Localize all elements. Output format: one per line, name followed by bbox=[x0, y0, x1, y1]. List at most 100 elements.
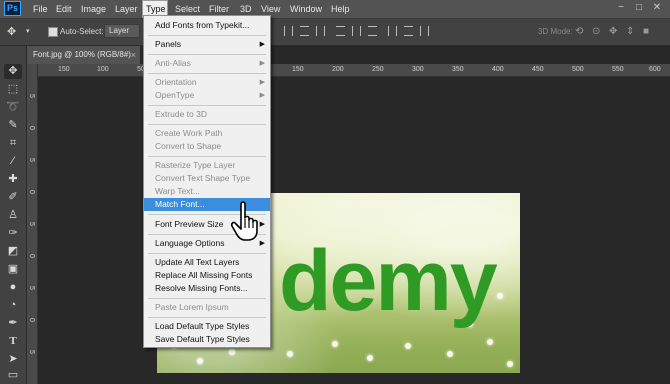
auto-select-dropdown[interactable]: Layer bbox=[104, 24, 140, 38]
distribute-left-icon[interactable] bbox=[388, 26, 397, 36]
ruler-tick: 5 bbox=[28, 158, 35, 162]
eraser-icon[interactable]: ◩ bbox=[4, 244, 22, 259]
lasso-icon[interactable]: ➰ bbox=[4, 100, 22, 115]
dodge-icon[interactable]: ◔ bbox=[4, 298, 22, 313]
menu-image[interactable]: Image bbox=[78, 0, 109, 18]
align-left-icon[interactable] bbox=[284, 26, 293, 36]
ruler-tick: 150 bbox=[292, 66, 304, 73]
ruler-tick: 0 bbox=[28, 190, 35, 194]
quick-select-icon[interactable]: ✎ bbox=[4, 118, 22, 133]
gradient-icon[interactable]: ▣ bbox=[4, 262, 22, 277]
ruler-tick: 250 bbox=[372, 66, 384, 73]
stamp-icon[interactable]: ♙ bbox=[4, 208, 22, 223]
close-icon[interactable]: ✕ bbox=[652, 3, 662, 13]
3d-pan-icon[interactable]: ✥ bbox=[609, 25, 617, 39]
blur-icon[interactable]: ● bbox=[4, 280, 22, 295]
brush-icon[interactable]: ✐ bbox=[4, 190, 22, 205]
type-icon[interactable]: T bbox=[4, 334, 22, 349]
submenu-arrow-icon: ▶ bbox=[259, 79, 265, 86]
ruler-tick: 0 bbox=[28, 254, 35, 258]
flower bbox=[197, 358, 203, 364]
menu-item-orientation[interactable]: Orientation ▶ bbox=[144, 76, 270, 89]
3d-roll-icon[interactable]: ⊙ bbox=[592, 25, 600, 39]
menu-item-convert-text-shape[interactable]: Convert Text Shape Type bbox=[144, 172, 270, 185]
menu-edit[interactable]: Edit bbox=[53, 0, 75, 18]
3d-rotate-icon[interactable]: ⟲ bbox=[575, 25, 583, 39]
rectangle-icon[interactable]: ▭ bbox=[4, 368, 22, 381]
marquee-icon[interactable]: ⬚ bbox=[4, 82, 22, 97]
move-tool-preset-icon[interactable]: ✥ bbox=[7, 25, 16, 39]
distribute-center-icon[interactable] bbox=[352, 26, 361, 36]
document-tab-label: Font.jpg @ 100% (RGB/8#) bbox=[33, 50, 131, 59]
maximize-icon[interactable]: □ bbox=[634, 3, 644, 13]
close-tab-icon[interactable]: × bbox=[131, 46, 136, 64]
menu-item-update-text-layers[interactable]: Update All Text Layers bbox=[144, 256, 270, 269]
3d-slide-icon[interactable]: ⇕ bbox=[626, 25, 634, 39]
ruler-tick: 0 bbox=[28, 126, 35, 130]
submenu-arrow-icon: ▶ bbox=[259, 92, 265, 99]
ruler-tick: 600 bbox=[649, 66, 661, 73]
auto-select-label: Auto-Select: bbox=[60, 27, 104, 36]
menu-item-save-default-styles[interactable]: Save Default Type Styles bbox=[144, 333, 270, 346]
ruler-vertical: 5 0 5 0 5 0 5 0 5 bbox=[27, 64, 38, 384]
distribute-top-icon[interactable] bbox=[336, 26, 345, 36]
crop-icon[interactable]: ⌗ bbox=[4, 136, 22, 151]
document-tab[interactable]: Font.jpg @ 100% (RGB/8#) × bbox=[27, 46, 140, 64]
menu-item-resolve-missing-fonts[interactable]: Resolve Missing Fonts... bbox=[144, 282, 270, 295]
ruler-tick: 100 bbox=[97, 66, 109, 73]
menu-item-load-default-styles[interactable]: Load Default Type Styles bbox=[144, 320, 270, 333]
flower bbox=[332, 341, 338, 347]
auto-select-checkbox[interactable] bbox=[48, 27, 58, 37]
3d-scale-icon[interactable]: ■ bbox=[643, 25, 649, 39]
ruler-tick: 5 bbox=[28, 222, 35, 226]
ruler-tick: 0 bbox=[28, 318, 35, 322]
align-center-icon[interactable] bbox=[300, 26, 309, 36]
menu-item-opentype[interactable]: OpenType ▶ bbox=[144, 89, 270, 102]
menu-item-add-fonts-typekit[interactable]: Add Fonts from Typekit... bbox=[144, 19, 270, 32]
photoshop-logo: Ps bbox=[4, 1, 21, 16]
ruler-tick: 5 bbox=[28, 94, 35, 98]
options-bar: ✥ ▾ Auto-Select: Layer 3D Mode: ⟲ ⊙ ✥ ⇕ … bbox=[0, 19, 670, 46]
distribute-right-icon[interactable] bbox=[420, 26, 429, 36]
distribute-bottom-icon[interactable] bbox=[368, 26, 377, 36]
submenu-arrow-icon: ▶ bbox=[259, 41, 265, 48]
menu-item-convert-to-shape[interactable]: Convert to Shape bbox=[144, 140, 270, 153]
flower bbox=[507, 361, 513, 367]
menu-item-extrude-3d[interactable]: Extrude to 3D bbox=[144, 108, 270, 121]
ruler-tick: 150 bbox=[58, 66, 70, 73]
history-brush-icon[interactable]: ✑ bbox=[4, 226, 22, 241]
flower bbox=[405, 343, 411, 349]
eyedropper-icon[interactable]: ⁄ bbox=[4, 154, 22, 169]
ruler-tick: 400 bbox=[492, 66, 504, 73]
menu-item-create-work-path[interactable]: Create Work Path bbox=[144, 127, 270, 140]
move-icon[interactable]: ✥ bbox=[4, 64, 22, 79]
hand-pointer-cursor-icon bbox=[231, 201, 258, 241]
menu-help[interactable]: Help bbox=[328, 0, 353, 18]
menu-item-panels[interactable]: Panels ▶ bbox=[144, 38, 270, 51]
ruler-tick: 200 bbox=[332, 66, 344, 73]
submenu-arrow-icon: ▶ bbox=[259, 60, 265, 67]
flower bbox=[497, 293, 503, 299]
ruler-tick: 350 bbox=[452, 66, 464, 73]
menu-layer[interactable]: Layer bbox=[112, 0, 141, 18]
flower bbox=[487, 339, 493, 345]
menu-item-paste-lorem-ipsum[interactable]: Paste Lorem Ipsum bbox=[144, 301, 270, 314]
ruler-tick: 550 bbox=[612, 66, 624, 73]
pen-icon[interactable]: ✒ bbox=[4, 316, 22, 331]
path-select-icon[interactable]: ➤ bbox=[4, 352, 22, 367]
ruler-horizontal: 150 100 50 150 200 250 300 350 400 450 5… bbox=[37, 64, 670, 77]
menu-file[interactable]: File bbox=[30, 0, 51, 18]
healing-icon[interactable]: ✚ bbox=[4, 172, 22, 187]
align-right-icon[interactable] bbox=[316, 26, 325, 36]
type-menu-dropdown: Add Fonts from Typekit... Panels ▶ Anti-A… bbox=[143, 15, 271, 348]
menu-item-anti-alias[interactable]: Anti-Alias ▶ bbox=[144, 57, 270, 70]
flower bbox=[447, 351, 453, 357]
menu-item-warp-text[interactable]: Warp Text... bbox=[144, 185, 270, 198]
menu-item-replace-missing-fonts[interactable]: Replace All Missing Fonts bbox=[144, 269, 270, 282]
ruler-tick: 5 bbox=[28, 286, 35, 290]
menu-item-rasterize-type[interactable]: Rasterize Type Layer bbox=[144, 159, 270, 172]
preset-dropdown-icon[interactable]: ▾ bbox=[26, 25, 30, 39]
distribute-hcenter-icon[interactable] bbox=[404, 26, 413, 36]
minimize-icon[interactable]: − bbox=[616, 3, 626, 13]
menu-window[interactable]: Window bbox=[287, 0, 325, 18]
